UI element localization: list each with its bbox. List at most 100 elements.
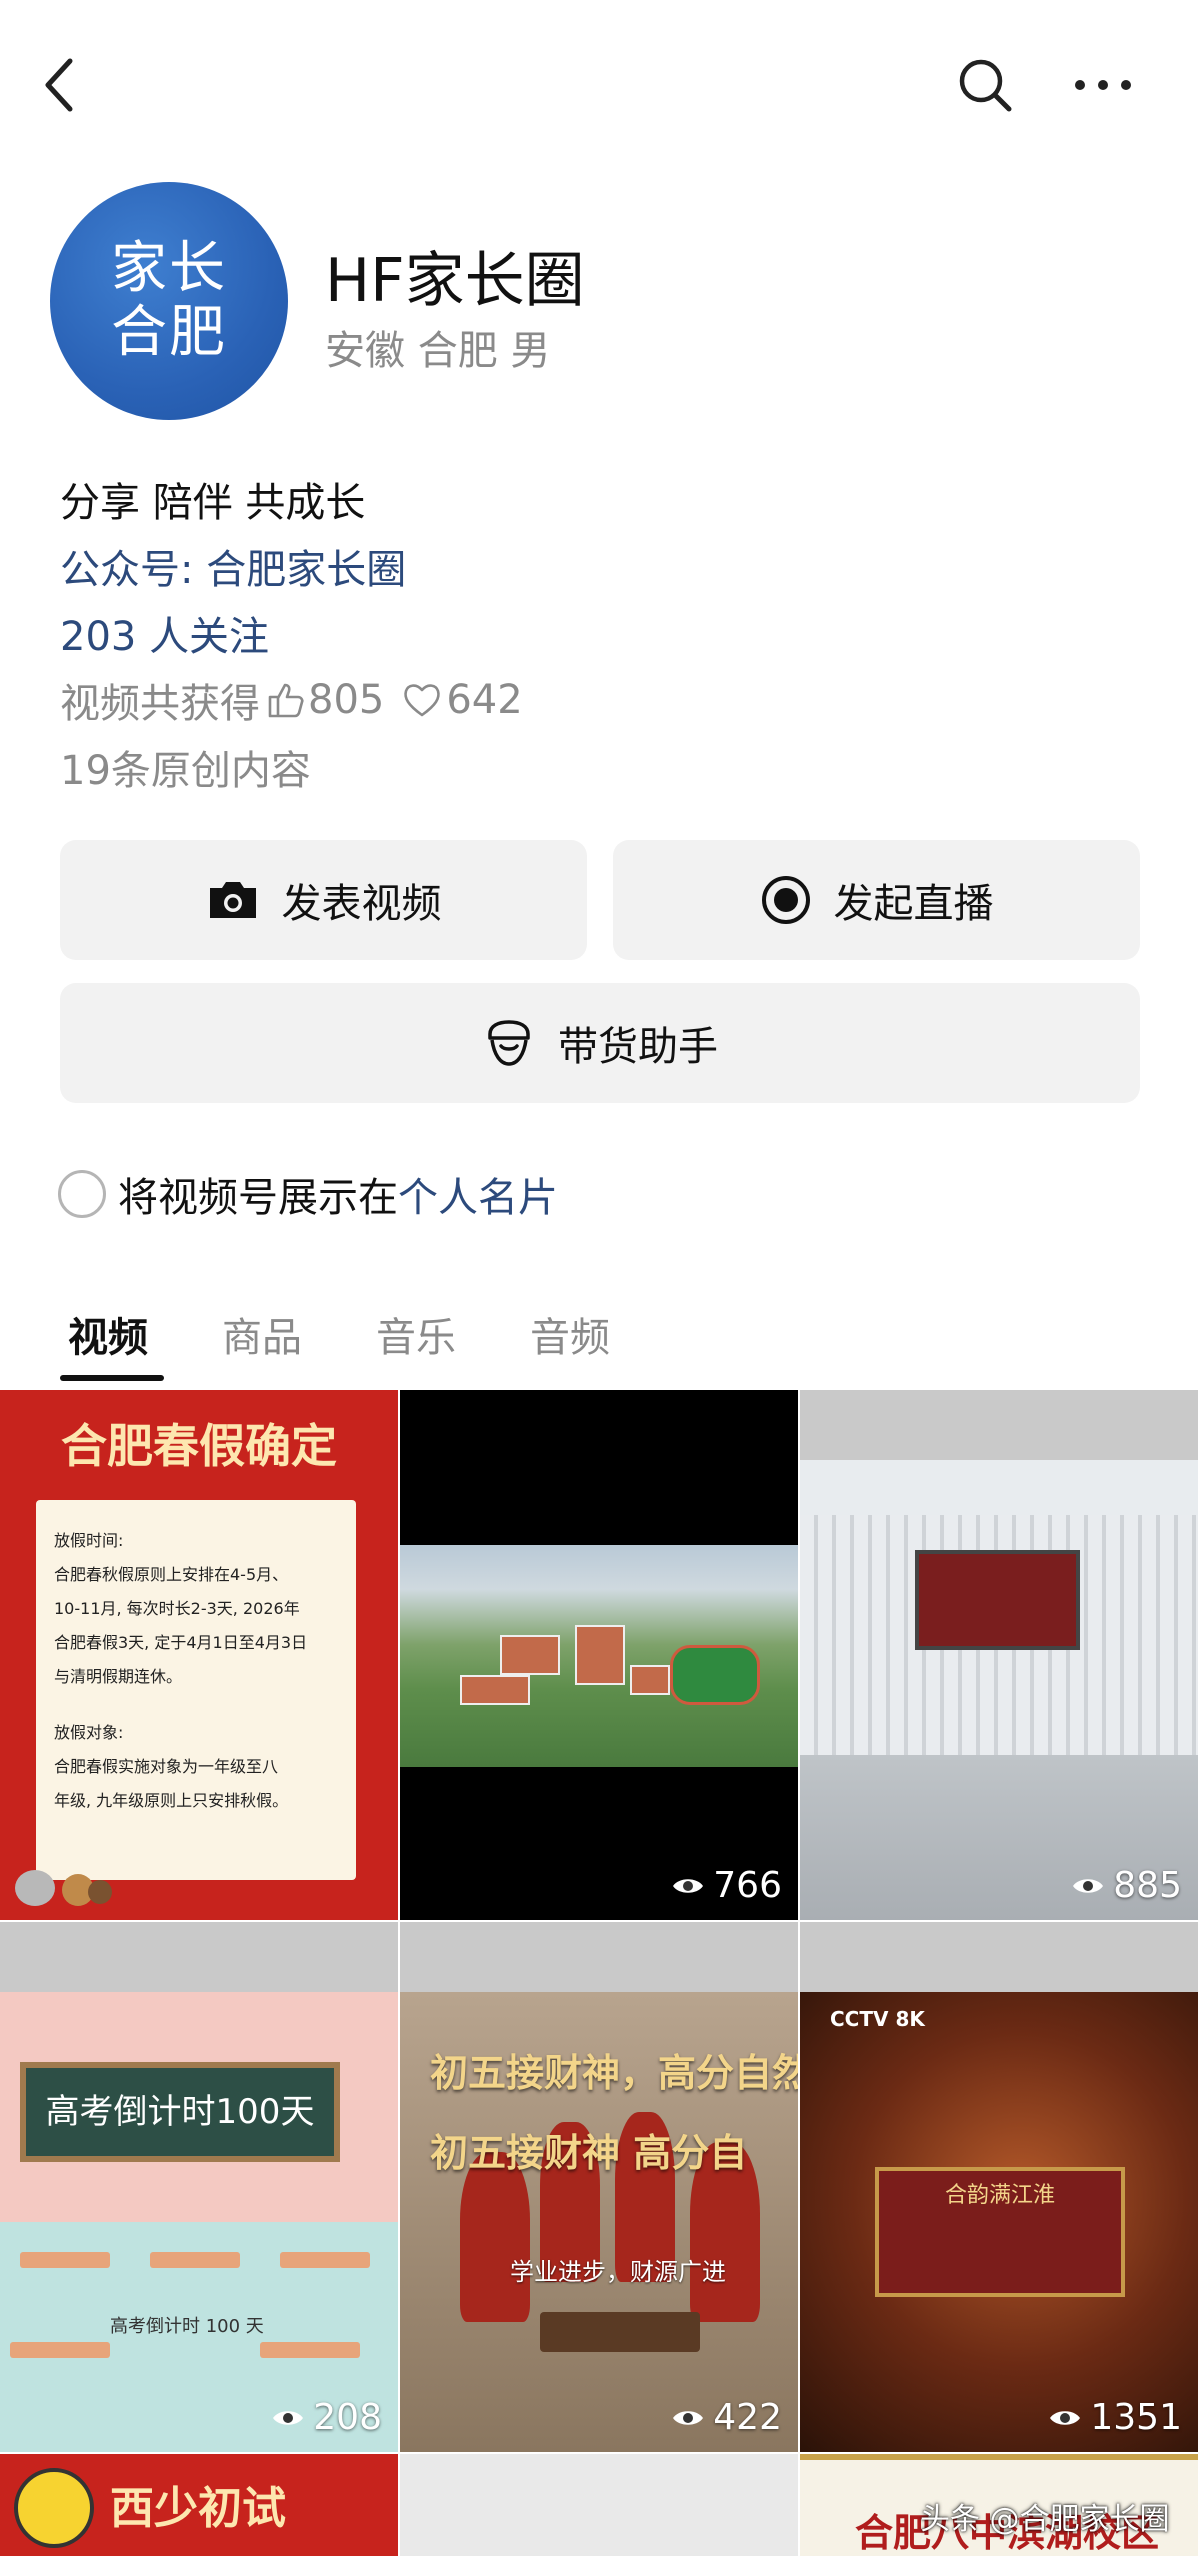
thumbnail-top-band (800, 1390, 1198, 1460)
view-count: 208 (271, 2397, 382, 2438)
chevron-left-icon (45, 58, 73, 112)
desk-shape (280, 2252, 370, 2268)
view-count-value: 766 (713, 1865, 782, 1906)
thumbnail-headline: 初五接财神，高分自然 (430, 2051, 798, 2095)
view-count-value: 1351 (1090, 2397, 1182, 2438)
back-button[interactable] (38, 55, 82, 115)
animal-decoration-icon (15, 1870, 112, 1906)
eye-icon (673, 2410, 704, 2425)
eye-icon (273, 2410, 304, 2425)
eye-icon (673, 1878, 704, 1893)
likes-summary: 视频共获得 805 642 (60, 671, 523, 729)
view-count: 885 (1071, 1865, 1182, 1906)
personal-card-link[interactable]: 个人名片 (398, 1165, 558, 1223)
thumbnail-top-band (800, 1922, 1198, 1992)
thumbnail-top-band (0, 1922, 398, 1992)
led-screen-shape (915, 1550, 1080, 1650)
video-thumbnail[interactable]: 高考倒计时100天 高考倒计时 100 天 208 (0, 1922, 398, 2452)
eye-icon (1050, 2410, 1081, 2425)
more-button[interactable] (1068, 55, 1138, 115)
top-bar (0, 0, 1200, 170)
search-icon (959, 59, 1012, 112)
tab-audio[interactable]: 音频 (530, 1305, 610, 1363)
eye-icon (1073, 1878, 1104, 1893)
avatar[interactable]: 家长 合肥 (50, 182, 288, 420)
view-count-value: 422 (713, 2397, 782, 2438)
tab-music[interactable]: 音乐 (376, 1305, 456, 1363)
live-record-icon (761, 876, 810, 924)
notice-line: 放假对象: (54, 1723, 124, 1742)
view-count: 422 (671, 2397, 782, 2438)
building-shape (500, 1635, 560, 1675)
video-thumbnail[interactable]: 西少初试 (0, 2454, 398, 2556)
building-shape (630, 1665, 670, 1695)
hearts-count: 642 (446, 677, 523, 723)
shop-assistant-button[interactable]: 带货助手 (60, 983, 1140, 1103)
profile-location-gender: 安徽 合肥 男 (325, 328, 551, 374)
original-content-count: 19条原创内容 (60, 748, 311, 794)
desk-shape (20, 2252, 110, 2268)
notice-line: 合肥春假实施对象为一年级至八 (54, 1757, 279, 1776)
start-live-label: 发起直播 (833, 881, 994, 927)
view-count-value: 885 (1113, 1865, 1182, 1906)
notice-spacer (54, 1694, 338, 1716)
show-on-card-radio[interactable] (58, 1170, 106, 1218)
video-thumbnail[interactable]: 合肥春假确定 放假时间: 合肥春秋假原则上安排在4-5月、 10-11月, 每次… (0, 1390, 398, 1920)
tab-products[interactable]: 商品 (222, 1305, 302, 1363)
more-dots-icon (1075, 80, 1131, 90)
video-thumbnail[interactable]: 初五接财神，高分自然 初五接财神 高分自 学业进步，财源广进 422 (400, 1922, 798, 2452)
notice-paper: 放假时间: 合肥春秋假原则上安排在4-5月、 10-11月, 每次时长2-3天,… (36, 1500, 356, 1880)
video-thumbnail[interactable]: 766 (400, 1390, 798, 1920)
blackboard-text: 高考倒计时100天 (20, 2062, 340, 2162)
thumbs-up-icon (268, 683, 304, 718)
show-on-card-text: 将视频号展示在 (118, 1175, 398, 1221)
show-on-card-option[interactable]: 将视频号展示在 个人名片 (58, 1165, 558, 1223)
shop-assistant-icon (488, 1020, 530, 1066)
video-thumbnail[interactable] (400, 2454, 798, 2556)
person-shape (460, 2152, 530, 2322)
video-thumbnail[interactable]: 885 (800, 1390, 1198, 1920)
followers-link[interactable]: 203 人关注 (60, 604, 269, 662)
desk-shape (260, 2342, 360, 2358)
notice-line: 放假时间: (54, 1531, 124, 1550)
video-title: 西少初试 (110, 2483, 286, 2534)
profile-name: HF家长圈 (325, 246, 585, 316)
notice-line: 合肥春假3天, 定于4月1日至4月3日 (54, 1633, 308, 1652)
thumbnail-board-text: 合韵满江淮 (875, 2167, 1125, 2297)
search-button[interactable] (955, 55, 1015, 115)
camera-icon (209, 882, 256, 918)
thumbnail-headline: 初五接财神 高分自 (430, 2131, 748, 2175)
building-shape (460, 1675, 530, 1705)
shop-assistant-label: 带货助手 (558, 1024, 718, 1070)
view-count: 1351 (1048, 2397, 1182, 2438)
notice-line: 合肥春秋假原则上安排在4-5月、 (54, 1565, 289, 1584)
avatar-text-line2: 合肥 (111, 300, 227, 365)
start-live-button[interactable]: 发起直播 (613, 840, 1140, 960)
coffee-table-shape (540, 2312, 700, 2352)
desk-shape (150, 2252, 240, 2268)
video-thumbnail[interactable]: CCTV 8K 合韵满江淮 1351 (800, 1922, 1198, 2452)
sky-shape (800, 1460, 1198, 1520)
likes-prefix: 视频共获得 (60, 681, 260, 727)
building-shape (575, 1625, 625, 1685)
tab-videos[interactable]: 视频 (68, 1305, 148, 1363)
channel-logo: CCTV 8K (830, 2007, 925, 2031)
video-title: 合肥春假确定 (61, 1419, 337, 1473)
notice-line: 年级, 九年级原则上只安排秋假。 (54, 1791, 289, 1810)
campus-aerial-image (400, 1545, 798, 1767)
mascot-icon (14, 2468, 94, 2548)
active-tab-indicator (60, 1375, 164, 1381)
thumbnail-top-band (400, 1922, 798, 1992)
view-count-value: 208 (313, 2397, 382, 2438)
view-count: 766 (671, 1865, 782, 1906)
avatar-text-line1: 家长 (111, 236, 227, 301)
thumbnail-subtitle: 学业进步，财源广进 (510, 2258, 726, 2286)
official-account-link[interactable]: 公众号: 合肥家长圈 (60, 537, 406, 595)
watermark: 头条 @合肥家长圈 (920, 2502, 1170, 2537)
post-video-button[interactable]: 发表视频 (60, 840, 587, 960)
profile-bio: 分享 陪伴 共成长 (60, 480, 366, 526)
video-grid: 合肥春假确定 放假时间: 合肥春秋假原则上安排在4-5月、 10-11月, 每次… (0, 1390, 1200, 2556)
thumbnail-subtitle: 高考倒计时 100 天 (110, 2316, 264, 2337)
heart-icon (404, 684, 441, 717)
notice-line: 10-11月, 每次时长2-3天, 2026年 (54, 1599, 300, 1618)
